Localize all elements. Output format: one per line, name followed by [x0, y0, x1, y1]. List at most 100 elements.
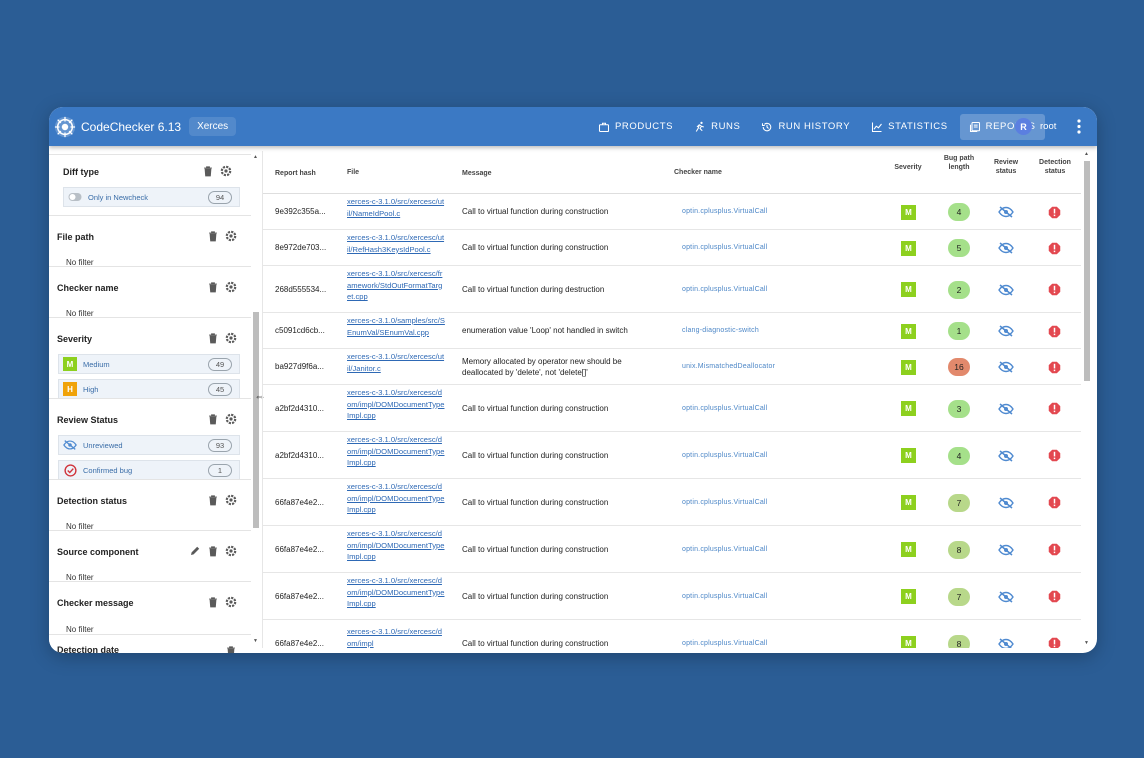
eye-slash-icon[interactable]	[998, 241, 1014, 255]
alert-octagon-icon[interactable]	[1048, 325, 1061, 338]
eye-slash-icon[interactable]	[998, 205, 1014, 219]
more-vert-icon[interactable]	[1073, 118, 1085, 135]
table-row[interactable]: 66fa87e4e2... xerces-c-3.1.0/src/xercesc…	[263, 526, 1081, 573]
filter-option-confirmed-bug[interactable]: Confirmed bug 1	[58, 460, 240, 480]
column-header-bug-path-length[interactable]: Bug path length	[943, 154, 975, 172]
checker-name[interactable]: optin.cplusplus.VirtualCall	[682, 499, 767, 506]
report-hash[interactable]: 9e392c355a...	[275, 207, 326, 216]
alert-octagon-icon[interactable]	[1048, 496, 1061, 509]
filter-option-unreviewed[interactable]: Unreviewed 93	[58, 435, 240, 455]
filter-option-high[interactable]: H High 45	[58, 379, 240, 399]
table-row[interactable]: a2bf2d4310... xerces-c-3.1.0/src/xercesc…	[263, 432, 1081, 479]
alert-octagon-icon[interactable]	[1048, 283, 1061, 296]
scroll-up-arrow-icon[interactable]: ▲	[253, 154, 258, 160]
codechecker-logo-icon[interactable]	[54, 116, 76, 138]
trash-icon[interactable]	[207, 545, 219, 557]
eye-slash-icon[interactable]	[998, 402, 1014, 416]
file-link[interactable]: xerces-c-3.1.0/src/xercesc/util/RefHash3…	[347, 232, 445, 255]
table-row[interactable]: 66fa87e4e2... xerces-c-3.1.0/src/xercesc…	[263, 479, 1081, 526]
eye-slash-icon[interactable]	[998, 360, 1014, 374]
checker-name[interactable]: optin.cplusplus.VirtualCall	[682, 405, 767, 412]
table-row[interactable]: 66fa87e4e2... xerces-c-3.1.0/src/xercesc…	[263, 620, 1081, 648]
eye-slash-icon[interactable]	[998, 543, 1014, 557]
trash-icon[interactable]	[207, 281, 219, 293]
nav-runs[interactable]: RUNS	[685, 114, 749, 140]
report-hash[interactable]: 66fa87e4e2...	[275, 639, 324, 648]
gear-icon[interactable]	[225, 596, 237, 608]
report-hash[interactable]: 268d555534...	[275, 285, 326, 294]
table-row[interactable]: 268d555534... xerces-c-3.1.0/src/xercesc…	[263, 266, 1081, 313]
nav-products[interactable]: PRODUCTS	[589, 114, 682, 140]
scroll-down-arrow-icon[interactable]: ▼	[1084, 640, 1089, 646]
file-link[interactable]: xerces-c-3.1.0/src/xercesc/dom/impl/DOMD…	[347, 528, 445, 563]
trash-icon[interactable]	[207, 596, 219, 608]
file-link[interactable]: xerces-c-3.1.0/src/xercesc/util/Janitor.…	[347, 351, 445, 374]
report-hash[interactable]: 66fa87e4e2...	[275, 592, 324, 601]
gear-icon[interactable]	[225, 230, 237, 242]
gear-icon[interactable]	[225, 281, 237, 293]
alert-octagon-icon[interactable]	[1048, 449, 1061, 462]
file-link[interactable]: xerces-c-3.1.0/src/xercesc/dom/impl/DOMD…	[347, 434, 445, 469]
file-link[interactable]: xerces-c-3.1.0/samples/src/SEnumVal/SEnu…	[347, 315, 445, 338]
file-link[interactable]: xerces-c-3.1.0/src/xercesc/dom/impl/DOMD…	[347, 387, 445, 422]
filter-option-medium[interactable]: M Medium 49	[58, 354, 240, 374]
report-hash[interactable]: ba927d9f6a...	[275, 362, 324, 371]
file-link[interactable]: xerces-c-3.1.0/src/xercesc/framework/Std…	[347, 268, 445, 303]
gear-icon[interactable]	[225, 494, 237, 506]
alert-octagon-icon[interactable]	[1048, 402, 1061, 415]
alert-octagon-icon[interactable]	[1048, 242, 1061, 255]
eye-slash-icon[interactable]	[998, 324, 1014, 338]
checker-name[interactable]: optin.cplusplus.VirtualCall	[682, 208, 767, 215]
column-header-detection-status[interactable]: Detection status	[1035, 158, 1075, 176]
table-scrollbar[interactable]: ▲ ▼	[1083, 151, 1090, 648]
scrollbar-thumb[interactable]	[253, 312, 259, 528]
trash-icon[interactable]	[225, 645, 237, 653]
filter-option-only-in-newcheck[interactable]: Only in Newcheck 94	[63, 187, 240, 207]
product-name[interactable]: Xerces	[189, 117, 237, 136]
scroll-down-arrow-icon[interactable]: ▼	[253, 638, 258, 644]
eye-slash-icon[interactable]	[998, 449, 1014, 463]
eye-slash-icon[interactable]	[998, 590, 1014, 604]
file-link[interactable]: xerces-c-3.1.0/src/xercesc/dom/impl	[347, 626, 445, 648]
checker-name[interactable]: optin.cplusplus.VirtualCall	[682, 546, 767, 553]
column-header-message[interactable]: Message	[462, 169, 492, 178]
report-hash[interactable]: 8e972de703...	[275, 243, 326, 252]
scrollbar-thumb[interactable]	[1084, 161, 1090, 381]
report-hash[interactable]: 66fa87e4e2...	[275, 545, 324, 554]
trash-icon[interactable]	[207, 413, 219, 425]
checker-name[interactable]: optin.cplusplus.VirtualCall	[682, 452, 767, 459]
checker-name[interactable]: optin.cplusplus.VirtualCall	[682, 593, 767, 600]
gear-icon[interactable]	[225, 413, 237, 425]
eye-slash-icon[interactable]	[998, 283, 1014, 297]
table-row[interactable]: 9e392c355a... xerces-c-3.1.0/src/xercesc…	[263, 194, 1081, 230]
alert-octagon-icon[interactable]	[1048, 206, 1061, 219]
user-menu[interactable]: R root	[1015, 118, 1056, 135]
checker-name[interactable]: unix.MismatchedDeallocator	[682, 363, 775, 370]
gear-icon[interactable]	[225, 332, 237, 344]
nav-statistics[interactable]: STATISTICS	[862, 114, 956, 140]
table-row[interactable]: 8e972de703... xerces-c-3.1.0/src/xercesc…	[263, 230, 1081, 266]
table-row[interactable]: c5091cd6cb... xerces-c-3.1.0/samples/src…	[263, 313, 1081, 349]
alert-octagon-icon[interactable]	[1048, 543, 1061, 556]
trash-icon[interactable]	[207, 332, 219, 344]
report-hash[interactable]: a2bf2d4310...	[275, 404, 324, 413]
table-row[interactable]: a2bf2d4310... xerces-c-3.1.0/src/xercesc…	[263, 385, 1081, 432]
column-header-report-hash[interactable]: Report hash	[275, 169, 316, 178]
trash-icon[interactable]	[207, 230, 219, 242]
checker-name[interactable]: clang-diagnostic-switch	[682, 327, 759, 334]
file-link[interactable]: xerces-c-3.1.0/src/xercesc/util/NameIdPo…	[347, 196, 445, 219]
file-link[interactable]: xerces-c-3.1.0/src/xercesc/dom/impl/DOMD…	[347, 481, 445, 516]
file-link[interactable]: xerces-c-3.1.0/src/xercesc/dom/impl/DOMD…	[347, 575, 445, 610]
checker-name[interactable]: optin.cplusplus.VirtualCall	[682, 640, 767, 647]
column-header-checker-name[interactable]: Checker name	[674, 168, 722, 177]
column-header-review-status[interactable]: Review status	[988, 158, 1024, 176]
column-header-severity[interactable]: Severity	[893, 163, 923, 172]
alert-octagon-icon[interactable]	[1048, 637, 1061, 648]
nav-run-history[interactable]: RUN HISTORY	[752, 114, 859, 140]
trash-icon[interactable]	[202, 165, 214, 177]
report-hash[interactable]: 66fa87e4e2...	[275, 498, 324, 507]
column-header-file[interactable]: File	[347, 168, 359, 177]
table-row[interactable]: 66fa87e4e2... xerces-c-3.1.0/src/xercesc…	[263, 573, 1081, 620]
eye-slash-icon[interactable]	[998, 496, 1014, 510]
gear-icon[interactable]	[220, 165, 232, 177]
